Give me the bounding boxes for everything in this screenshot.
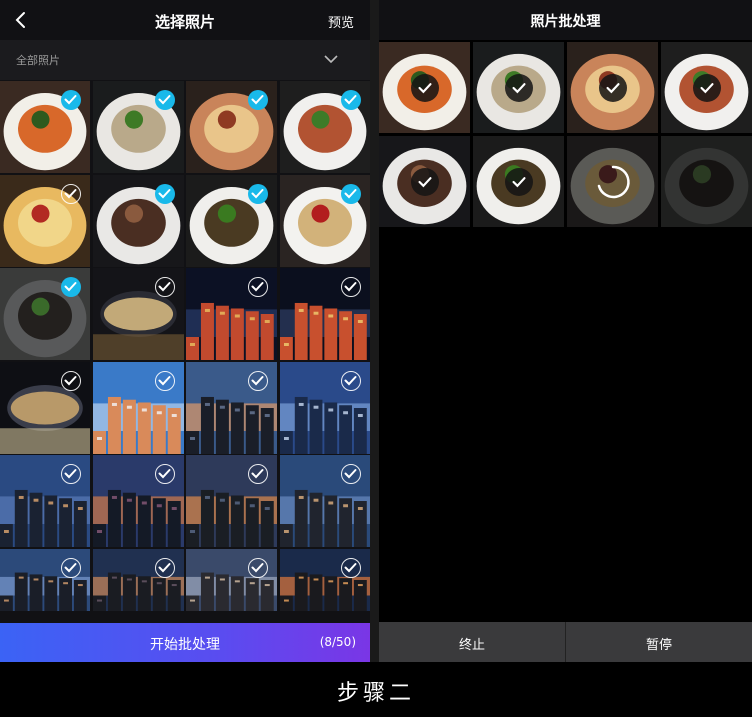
selected-check-icon[interactable]	[155, 90, 175, 110]
done-pizza	[567, 42, 658, 133]
panel-divider	[370, 0, 379, 662]
done-check-icon	[504, 73, 533, 102]
album-filter-label: 全部照片	[16, 54, 60, 67]
done-noodles	[473, 136, 564, 227]
selected-check-icon[interactable]	[248, 90, 268, 110]
chevron-down-icon	[324, 55, 338, 64]
photo-steak[interactable]	[0, 268, 90, 360]
photo-gate-street[interactable]	[280, 268, 370, 360]
photo-sunset-fire[interactable]	[280, 549, 370, 611]
photo-city-dusk[interactable]	[186, 362, 277, 454]
done-check-icon	[692, 73, 721, 102]
unselected-check-icon[interactable]	[155, 464, 175, 484]
unselected-check-icon[interactable]	[155, 277, 175, 297]
batch-processing-panel: 照片批处理 终止 暂停	[379, 0, 752, 662]
done-check-icon	[504, 167, 533, 196]
photo-tower-sky[interactable]	[93, 362, 184, 454]
stop-button[interactable]: 终止	[379, 622, 565, 662]
unselected-check-icon[interactable]	[248, 464, 268, 484]
unselected-check-icon[interactable]	[61, 184, 81, 204]
album-filter-dropdown[interactable]: 全部照片	[0, 40, 370, 80]
unselected-check-icon[interactable]	[248, 558, 268, 578]
photo-pasta[interactable]	[280, 81, 370, 173]
start-batch-button[interactable]: 开始批处理 (8/50)	[0, 623, 370, 662]
photo-pizza[interactable]	[186, 81, 277, 173]
done-check-icon	[410, 73, 439, 102]
unselected-check-icon[interactable]	[341, 371, 361, 391]
batch-title: 照片批处理	[530, 14, 601, 30]
unselected-check-icon[interactable]	[61, 371, 81, 391]
pending-steak	[661, 136, 752, 227]
unselected-check-icon[interactable]	[341, 277, 361, 297]
photo-opera-lights[interactable]	[0, 362, 90, 454]
photo-skyline-blue[interactable]	[0, 549, 90, 611]
photo-shrimp-bowl[interactable]	[0, 81, 90, 173]
unselected-check-icon[interactable]	[248, 371, 268, 391]
done-cake-time	[379, 136, 470, 227]
start-batch-label: 开始批处理	[150, 637, 220, 653]
done-shrimp-bowl	[379, 42, 470, 133]
preview-button[interactable]: 预览	[328, 12, 354, 31]
pause-button[interactable]: 暂停	[566, 622, 752, 662]
selection-count: (8/50)	[319, 635, 356, 649]
unselected-check-icon[interactable]	[155, 558, 175, 578]
done-check-icon	[410, 167, 439, 196]
done-fish-salad	[473, 42, 564, 133]
done-pasta	[661, 42, 752, 133]
selected-check-icon[interactable]	[248, 184, 268, 204]
photo-city-blue[interactable]	[0, 455, 90, 547]
done-check-icon	[598, 73, 627, 102]
photo-sunset-towers[interactable]	[93, 455, 184, 547]
photo-noodles[interactable]	[186, 175, 277, 267]
unselected-check-icon[interactable]	[248, 277, 268, 297]
selected-check-icon[interactable]	[61, 90, 81, 110]
step-caption-text: 步骤二	[336, 681, 415, 706]
photo-sunset-low[interactable]	[186, 455, 277, 547]
photo-apartments[interactable]	[186, 549, 277, 611]
processing-soup-bowl	[567, 136, 658, 227]
photo-picker-panel: 选择照片 预览 全部照片 开始批处理 (8/50)	[0, 0, 370, 662]
photo-gate-night[interactable]	[186, 268, 277, 360]
photo-pizza-closeup[interactable]	[0, 175, 90, 267]
unselected-check-icon[interactable]	[341, 558, 361, 578]
photo-glass-tower[interactable]	[280, 362, 370, 454]
photo-skyline-orange[interactable]	[93, 549, 184, 611]
batch-controls: 终止 暂停	[379, 622, 752, 662]
unselected-check-icon[interactable]	[61, 464, 81, 484]
selected-check-icon[interactable]	[61, 277, 81, 297]
photo-fish-salad[interactable]	[93, 81, 184, 173]
photo-soup-bowl[interactable]	[280, 175, 370, 267]
step-caption: 步骤二	[0, 662, 752, 717]
picker-title: 选择照片	[154, 13, 215, 31]
selected-check-icon[interactable]	[155, 184, 175, 204]
unselected-check-icon[interactable]	[61, 558, 81, 578]
unselected-check-icon[interactable]	[341, 464, 361, 484]
photo-city-evening[interactable]	[280, 455, 370, 547]
photo-opera-night[interactable]	[93, 268, 184, 360]
loading-spinner-icon	[597, 165, 630, 198]
photo-cake-time[interactable]	[93, 175, 184, 267]
batch-nav-bar: 照片批处理	[379, 0, 752, 40]
unselected-check-icon[interactable]	[155, 371, 175, 391]
selected-check-icon[interactable]	[341, 90, 361, 110]
selected-check-icon[interactable]	[341, 184, 361, 204]
picker-nav-bar: 选择照片 预览	[0, 0, 370, 40]
